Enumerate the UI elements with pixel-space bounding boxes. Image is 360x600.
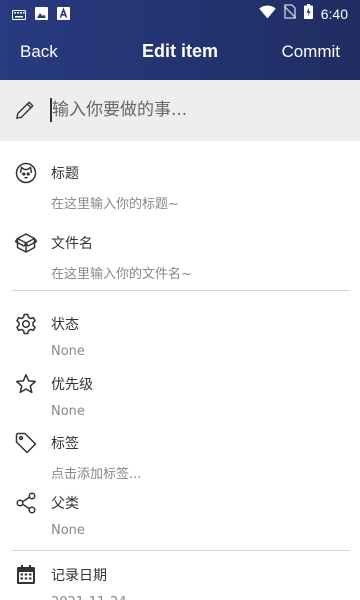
record-date-field[interactable]: 记录日期 2021-11-24 xyxy=(0,563,360,600)
section-divider xyxy=(12,550,350,551)
title-field[interactable]: 标题 在这里输入你的标题~ xyxy=(0,161,360,221)
keyboard-icon xyxy=(12,5,26,24)
status-label: 状态 xyxy=(51,317,79,333)
share-icon xyxy=(14,491,38,515)
commit-button[interactable]: Commit xyxy=(281,42,340,62)
cat-face-icon xyxy=(14,161,38,185)
priority-value: None xyxy=(51,404,85,419)
battery-charging-icon xyxy=(303,4,313,23)
priority-field[interactable]: 优先级 None xyxy=(0,372,360,432)
parent-field[interactable]: 父类 None xyxy=(0,491,360,551)
gear-icon xyxy=(14,312,38,336)
tags-field[interactable]: 标签 点击添加标签... xyxy=(0,431,360,491)
record-date-label: 记录日期 xyxy=(51,568,107,584)
todo-input[interactable] xyxy=(52,94,342,126)
pencil-icon xyxy=(14,99,36,125)
text-app-icon xyxy=(57,5,70,24)
filename-placeholder: 在这里输入你的文件名~ xyxy=(51,267,192,282)
filename-label: 文件名 xyxy=(51,236,93,252)
record-date-value: 2021-11-24 xyxy=(51,595,127,600)
clock-time: 6:40 xyxy=(320,5,348,22)
box-icon xyxy=(14,231,38,255)
todo-input-bar xyxy=(0,80,360,141)
status-field[interactable]: 状态 None xyxy=(0,312,360,372)
tag-icon xyxy=(14,431,38,455)
parent-label: 父类 xyxy=(51,496,79,512)
section-divider xyxy=(12,290,350,291)
status-value: None xyxy=(51,344,85,359)
star-icon xyxy=(14,372,38,396)
wifi-icon xyxy=(259,4,276,23)
no-sim-icon xyxy=(283,4,297,23)
priority-label: 优先级 xyxy=(51,377,93,393)
back-button[interactable]: Back xyxy=(20,42,58,62)
filename-field[interactable]: 文件名 在这里输入你的文件名~ xyxy=(0,231,360,291)
status-bar: 6:40 xyxy=(0,0,360,26)
app-header: 6:40 Back Edit item Commit xyxy=(0,0,360,80)
title-label: 标题 xyxy=(51,166,79,182)
navigation-bar: Back Edit item Commit xyxy=(0,36,360,70)
title-placeholder: 在这里输入你的标题~ xyxy=(51,197,179,212)
calendar-icon xyxy=(14,563,38,587)
tags-label: 标签 xyxy=(51,436,79,452)
parent-value: None xyxy=(51,523,85,538)
tags-value: 点击添加标签... xyxy=(51,467,142,482)
image-icon xyxy=(35,5,48,24)
